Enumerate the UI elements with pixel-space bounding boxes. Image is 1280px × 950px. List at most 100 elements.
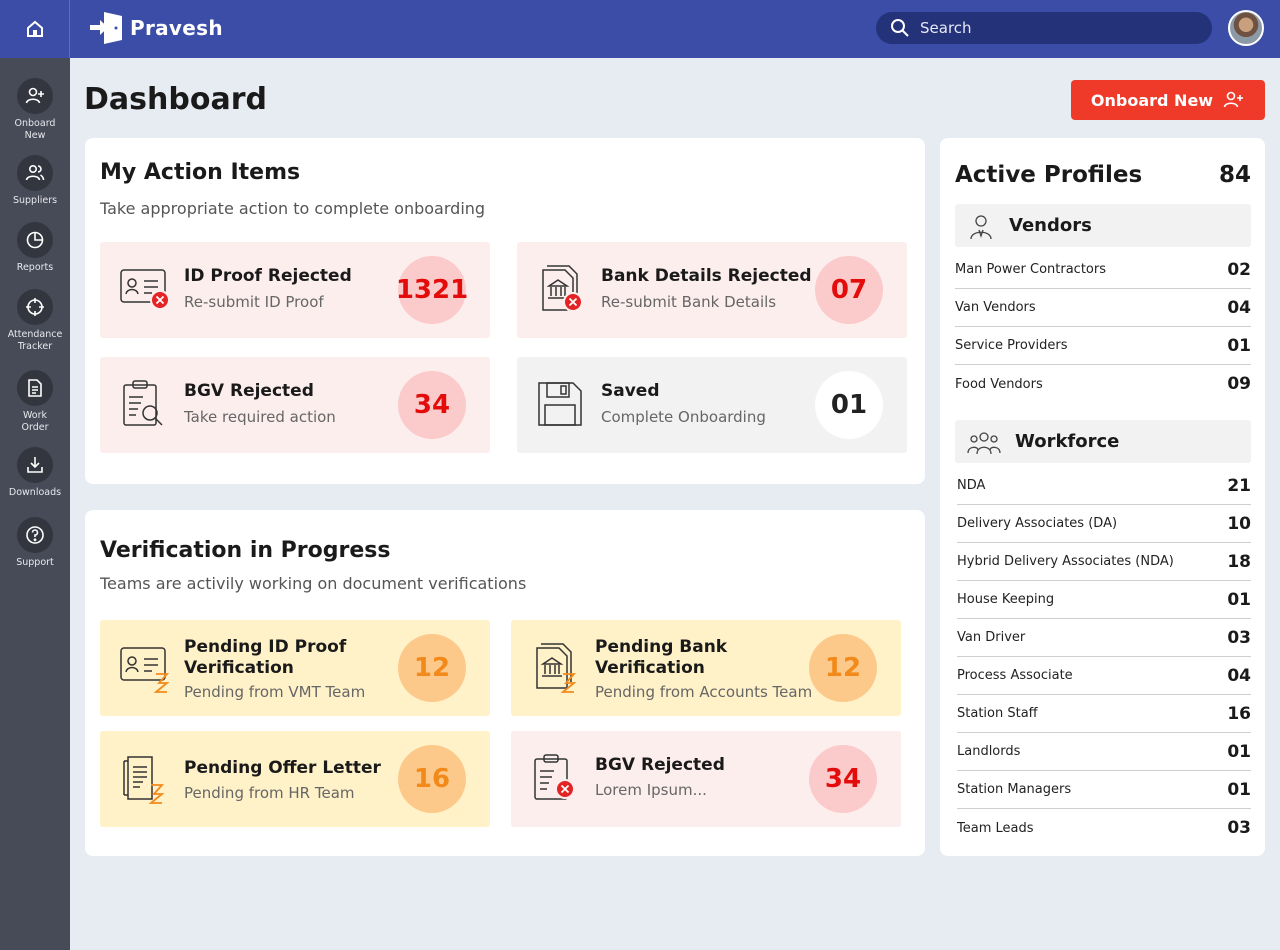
search-icon [891, 19, 909, 37]
bank-document-pending-icon [536, 643, 577, 693]
tile-pending-bank[interactable]: Pending Bank Verification Pending from Ac… [511, 620, 901, 716]
page-title: Dashboard [84, 82, 267, 117]
list-item-value: 01 [1227, 335, 1251, 356]
list-item-name: Delivery Associates (DA) [957, 516, 1118, 531]
workforce-section-header[interactable]: Workforce [955, 420, 1251, 463]
list-item[interactable]: Landlords 01 [957, 733, 1251, 771]
action-items-subtitle: Take appropriate action to complete onbo… [100, 199, 486, 218]
tile-title-line: Verification [184, 658, 294, 678]
list-item[interactable]: NDA 21 [957, 467, 1251, 505]
id-card-rejected-icon [120, 269, 170, 310]
tile-title: ID Proof Rejected [184, 266, 352, 286]
tile-count: 07 [815, 256, 883, 324]
sidebar-item-suppliers[interactable]: Suppliers [0, 155, 70, 207]
active-profiles-total: 84 [1218, 162, 1251, 188]
tile-saved[interactable]: Saved Complete Onboarding 01 [517, 357, 907, 453]
document-icon [17, 370, 53, 406]
tile-title: Saved [601, 381, 660, 401]
tile-title: Bank Details Rejected [601, 266, 812, 286]
list-item-value: 09 [1227, 374, 1251, 394]
list-item[interactable]: Process Associate 04 [957, 657, 1251, 695]
tile-pending-id-proof[interactable]: Pending ID Proof Verification Pending fro… [100, 620, 490, 716]
list-item-name: NDA [957, 478, 986, 493]
tile-count: 01 [815, 371, 883, 439]
pie-chart-icon [17, 222, 53, 258]
door-enter-icon [90, 12, 122, 44]
tile-subtitle: Pending from HR Team [184, 784, 355, 802]
tile-title: BGV Rejected [184, 381, 314, 401]
user-avatar[interactable] [1228, 10, 1264, 46]
verification-subtitle: Teams are activily working on document v… [100, 574, 527, 593]
list-item-name: Hybrid Delivery Associates (NDA) [957, 554, 1174, 569]
action-items-card: My Action Items Take appropriate action … [85, 138, 925, 484]
brand-logo[interactable]: Pravesh [88, 10, 223, 46]
list-item[interactable]: Team Leads 03 [957, 809, 1251, 847]
list-item-value: 10 [1227, 513, 1251, 534]
tile-id-proof-rejected[interactable]: ID Proof Rejected Re-submit ID Proof 132… [100, 242, 490, 338]
tile-title-line: Pending ID Proof [184, 637, 347, 657]
list-item[interactable]: Delivery Associates (DA) 10 [957, 505, 1251, 543]
list-item-value: 03 [1227, 627, 1251, 648]
letter-pending-icon [123, 756, 165, 804]
verification-card: Verification in Progress Teams are activ… [85, 510, 925, 856]
vendors-section-header[interactable]: Vendors [955, 204, 1251, 247]
search-placeholder: Search [920, 19, 972, 37]
sidebar-item-reports[interactable]: Reports [0, 222, 70, 274]
list-item-value: 01 [1227, 779, 1251, 800]
tile-bgv-rejected[interactable]: BGV Rejected Take required action 34 [100, 357, 490, 453]
list-item-name: Landlords [957, 744, 1021, 759]
tile-count: 34 [809, 745, 877, 813]
sidebar-item-label: Suppliers [12, 195, 58, 206]
sidebar-item-downloads[interactable]: Downloads [0, 447, 70, 499]
tile-count: 34 [398, 371, 466, 439]
list-item[interactable]: Station Managers 01 [957, 771, 1251, 809]
tile-pending-offer-letter[interactable]: Pending Offer Letter Pending from HR Tea… [100, 731, 490, 827]
tile-title: Pending Bank Verification [595, 637, 727, 679]
sidebar-item-attendance-tracker[interactable]: Attendance Tracker [0, 289, 70, 353]
tile-bank-details-rejected[interactable]: Bank Details Rejected Re-submit Bank Det… [517, 242, 907, 338]
tile-subtitle: Lorem Ipsum... [595, 781, 707, 799]
list-item[interactable]: House Keeping 01 [957, 581, 1251, 619]
vendors-label: Vendors [1009, 215, 1092, 236]
list-item-value: 02 [1227, 259, 1251, 280]
list-item-name: Man Power Contractors [955, 262, 1106, 277]
list-item-value: 16 [1227, 703, 1251, 724]
list-item[interactable]: Man Power Contractors 02 [955, 251, 1251, 289]
home-icon [26, 20, 43, 37]
tile-subtitle: Take required action [184, 408, 336, 426]
tile-title: BGV Rejected [595, 755, 725, 775]
sidebar-item-support[interactable]: Support [0, 517, 70, 569]
crosshair-icon [17, 289, 53, 325]
list-item-name: Station Managers [957, 782, 1072, 797]
list-item[interactable]: Van Driver 03 [957, 619, 1251, 657]
sidebar-item-label: Downloads [8, 487, 62, 498]
list-item-value: 04 [1227, 297, 1251, 318]
home-button[interactable] [0, 0, 70, 58]
list-item[interactable]: Food Vendors 09 [955, 365, 1251, 403]
onboard-new-button[interactable]: Onboard New [1071, 80, 1265, 120]
bank-document-rejected-icon [542, 265, 583, 312]
sidebar-item-work-order[interactable]: Work Order [0, 370, 70, 434]
sidebar-item-label: Reports [16, 262, 54, 273]
list-item-name: House Keeping [957, 592, 1055, 607]
sidebar-item-onboard-new[interactable]: Onboard New [0, 78, 70, 142]
tile-count: 16 [398, 745, 466, 813]
list-item-name: Team Leads [957, 820, 1034, 836]
workforce-label: Workforce [1015, 431, 1120, 452]
tile-title-line: Pending Bank [595, 637, 728, 657]
tile-title: Pending ID Proof Verification [184, 637, 346, 679]
tile-bgv-rejected-verification[interactable]: BGV Rejected Lorem Ipsum... 34 [511, 731, 901, 827]
list-item[interactable]: Station Staff 16 [957, 695, 1251, 733]
list-item[interactable]: Service Providers 01 [955, 327, 1251, 365]
list-item[interactable]: Hybrid Delivery Associates (NDA) 18 [957, 543, 1251, 581]
tile-title-line: Verification [595, 658, 705, 678]
action-items-title: My Action Items [100, 160, 301, 185]
list-item[interactable]: Van Vendors 04 [955, 289, 1251, 327]
list-item-value: 01 [1227, 589, 1251, 610]
group-people-icon [967, 431, 1001, 454]
tile-count: 1321 [396, 256, 468, 324]
search-input[interactable]: Search [876, 12, 1212, 44]
list-item-value: 04 [1227, 665, 1251, 686]
active-profiles-title: Active Profiles [955, 162, 1143, 188]
people-icon [17, 155, 53, 191]
